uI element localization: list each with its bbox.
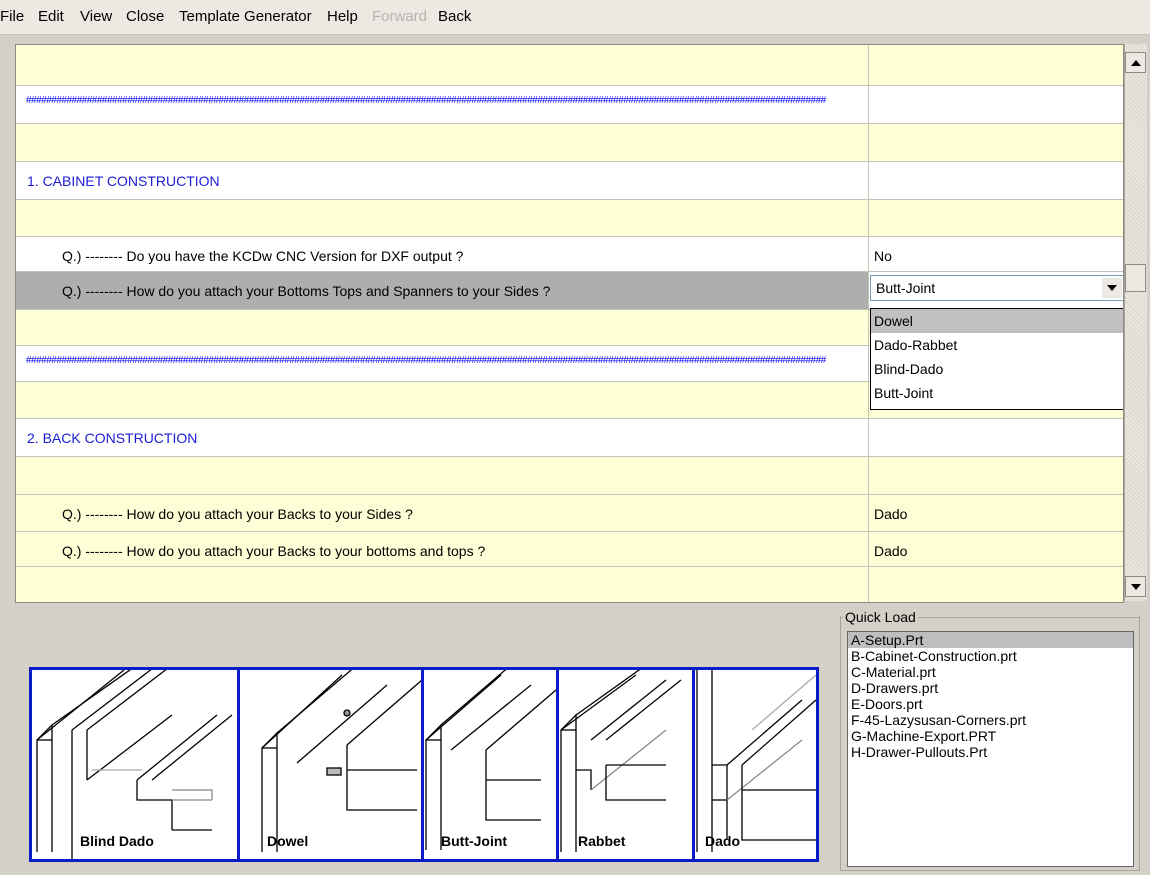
menu-edit[interactable]: Edit (38, 8, 64, 25)
menu-close[interactable]: Close (126, 8, 164, 25)
scroll-down-button[interactable] (1125, 576, 1146, 597)
image-label: Dado (705, 833, 740, 849)
quick-load-item[interactable]: G-Machine-Export.PRT (848, 728, 1133, 744)
quick-load-item[interactable]: C-Material.prt (848, 664, 1133, 680)
grid-row[interactable]: 1. CABINET CONSTRUCTION (16, 162, 1123, 200)
quick-load-list[interactable]: A-Setup.Prt B-Cabinet-Construction.prt C… (847, 631, 1134, 867)
scroll-up-button[interactable] (1125, 52, 1146, 73)
quick-load-item[interactable]: D-Drawers.prt (848, 680, 1133, 696)
quick-load-item[interactable]: B-Cabinet-Construction.prt (848, 648, 1133, 664)
answer-value[interactable]: Dado (874, 506, 907, 522)
separator-hash: ########################################… (26, 95, 826, 106)
select-value: Butt-Joint (876, 280, 936, 296)
question-row[interactable]: Q.) -------- How do you attach your Back… (16, 532, 1123, 567)
menu-file[interactable]: File (0, 8, 24, 25)
answer-value[interactable]: Dado (874, 543, 907, 559)
quick-load-item[interactable]: H-Drawer-Pullouts.Prt (848, 744, 1133, 760)
dropdown-option[interactable]: Butt-Joint (871, 381, 1123, 405)
quick-load-item[interactable]: A-Setup.Prt (848, 632, 1133, 648)
question-row[interactable]: Q.) -------- How do you attach your Back… (16, 495, 1123, 532)
grid-row[interactable] (16, 124, 1123, 162)
separator-hash: ########################################… (26, 355, 826, 366)
question-row[interactable]: Q.) -------- Do you have the KCDw CNC Ve… (16, 237, 1123, 272)
answer-value[interactable]: No (874, 248, 892, 264)
dado-image[interactable]: Dado (692, 670, 816, 859)
dropdown-option[interactable]: Blind-Dado (871, 357, 1123, 381)
question-text: Q.) -------- Do you have the KCDw CNC Ve… (62, 248, 464, 264)
image-label: Dowel (267, 833, 309, 849)
vertical-scrollbar[interactable] (1124, 44, 1147, 601)
blind-dado-image[interactable]: Blind Dado (32, 670, 240, 859)
quick-load-item[interactable]: F-45-Lazysusan-Corners.prt (848, 712, 1133, 728)
question-text: Q.) -------- How do you attach your Back… (62, 506, 413, 522)
scroll-thumb[interactable] (1125, 264, 1146, 292)
arrow-down-icon (1130, 583, 1141, 590)
question-grid: ########################################… (15, 44, 1124, 603)
grid-row[interactable] (16, 45, 1123, 86)
menu-template-generator[interactable]: Template Generator (179, 8, 312, 25)
dropdown-option[interactable]: Dowel (871, 309, 1123, 333)
question-text: Q.) -------- How do you attach your Bott… (62, 283, 551, 299)
dropdown-arrow-icon[interactable] (1102, 278, 1122, 298)
joint-type-select[interactable]: Butt-Joint (870, 275, 1123, 301)
menu-back[interactable]: Back (438, 8, 471, 25)
section-heading: 2. BACK CONSTRUCTION (27, 430, 198, 446)
grid-row[interactable] (16, 567, 1123, 602)
arrow-up-icon (1130, 59, 1141, 66)
dropdown-option[interactable]: Dado-Rabbet (871, 333, 1123, 357)
quick-load-label: Quick Load (843, 609, 918, 625)
grid-row[interactable] (16, 200, 1123, 237)
section-heading: 1. CABINET CONSTRUCTION (27, 173, 220, 189)
image-label: Butt-Joint (441, 833, 508, 849)
image-label: Blind Dado (80, 833, 154, 849)
dowel-image[interactable]: Dowel (237, 670, 424, 859)
question-text: Q.) -------- How do you attach your Back… (62, 543, 486, 559)
menu-help[interactable]: Help (327, 8, 358, 25)
butt-joint-image[interactable]: Butt-Joint (421, 670, 559, 859)
joint-type-dropdown: Dowel Dado-Rabbet Blind-Dado Butt-Joint (870, 308, 1123, 410)
grid-row[interactable]: 2. BACK CONSTRUCTION (16, 419, 1123, 457)
rabbet-image[interactable]: Rabbet (556, 670, 695, 859)
grid-row[interactable] (16, 457, 1123, 495)
grid-row[interactable]: ########################################… (16, 86, 1123, 124)
image-label: Rabbet (578, 833, 626, 849)
menu-forward[interactable]: Forward (372, 8, 427, 25)
menu-bar: File Edit View Close Template Generator … (0, 0, 1150, 35)
quick-load-item[interactable]: E-Doors.prt (848, 696, 1133, 712)
menu-view[interactable]: View (80, 8, 112, 25)
joint-illustrations: Blind Dado Dowel Butt-Joint Rabbet Dado (29, 667, 819, 862)
